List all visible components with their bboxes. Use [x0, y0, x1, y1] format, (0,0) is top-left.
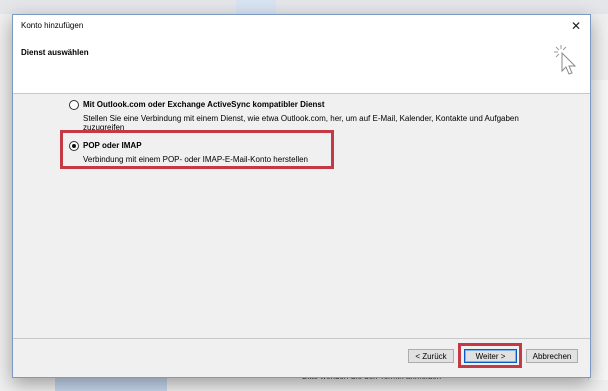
- highlight-box-pop-imap: [60, 130, 334, 169]
- cancel-button[interactable]: Abbrechen: [526, 349, 578, 363]
- dialog-titlebar: Konto hinzufügen ✕: [13, 15, 590, 37]
- header-title: Dienst auswählen: [21, 48, 89, 57]
- back-button[interactable]: < Zurück: [408, 349, 454, 363]
- dialog-content: Mit Outlook.com oder Exchange ActiveSync…: [13, 94, 590, 338]
- close-button[interactable]: ✕: [566, 17, 586, 35]
- background-side-pane: [588, 80, 608, 380]
- add-account-dialog: Konto hinzufügen ✕ Dienst auswählen Mit …: [12, 14, 591, 378]
- radio-exchange-activesync[interactable]: [69, 100, 79, 110]
- dialog-title: Konto hinzufügen: [21, 21, 84, 30]
- close-icon: ✕: [570, 19, 582, 33]
- dialog-footer: < Zurück Weiter > Abbrechen: [13, 339, 590, 377]
- background-toolbar: [0, 0, 608, 14]
- background-tab: [236, 0, 276, 14]
- highlight-box-next: [458, 343, 522, 368]
- dialog-header: Dienst auswählen: [13, 37, 590, 94]
- option-label: Mit Outlook.com oder Exchange ActiveSync…: [83, 100, 325, 109]
- mouse-cursor-sparkle-icon: [554, 45, 577, 75]
